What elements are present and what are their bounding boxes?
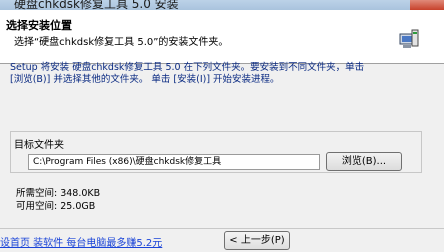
back-button[interactable]: < 上一步(P) <box>224 231 290 250</box>
browse-button[interactable]: 浏览(B)... <box>326 152 402 171</box>
page-title: 选择安装位置 <box>6 19 72 32</box>
instructions-line-1: Setup 将安装 硬盘chkdsk修复工具 5.0 在下列文件夹。要安装到不同… <box>10 62 365 73</box>
instructions-line-2: [浏览(B)] 并选择其他的文件夹。 单击 [安装(I)] 开始安装进程。 <box>10 74 280 85</box>
promo-link[interactable]: 设首页 装软件 每台电脑最多赚5.2元 <box>0 234 162 249</box>
available-space-text: 可用空间: 25.0GB <box>16 201 96 212</box>
window-title: 硬盘chkdsk修复工具 5.0 安装 <box>14 0 179 10</box>
required-space-text: 所需空间: 348.0KB <box>16 188 101 199</box>
destination-label: 目标文件夹 <box>14 140 64 151</box>
destination-path-input[interactable]: C:\Program Files (x86)\硬盘chkdsk修复工具 <box>28 154 320 170</box>
instructions-text: Setup 将安装 硬盘chkdsk修复工具 5.0 在下列文件夹。要安装到不同… <box>10 62 440 86</box>
title-bar[interactable]: 硬盘chkdsk修复工具 5.0 安装 <box>0 0 444 10</box>
header-panel: 选择安装位置 选择“硬盘chkdsk修复工具 5.0”的安装文件夹。 <box>0 10 444 64</box>
footer-divider <box>0 228 444 229</box>
close-button[interactable] <box>410 0 444 10</box>
installer-computer-icon <box>399 29 419 48</box>
installer-window: 硬盘chkdsk修复工具 5.0 安装 选择安装位置 选择“硬盘chkdsk修复… <box>0 0 444 252</box>
page-subtitle: 选择“硬盘chkdsk修复工具 5.0”的安装文件夹。 <box>14 37 229 48</box>
